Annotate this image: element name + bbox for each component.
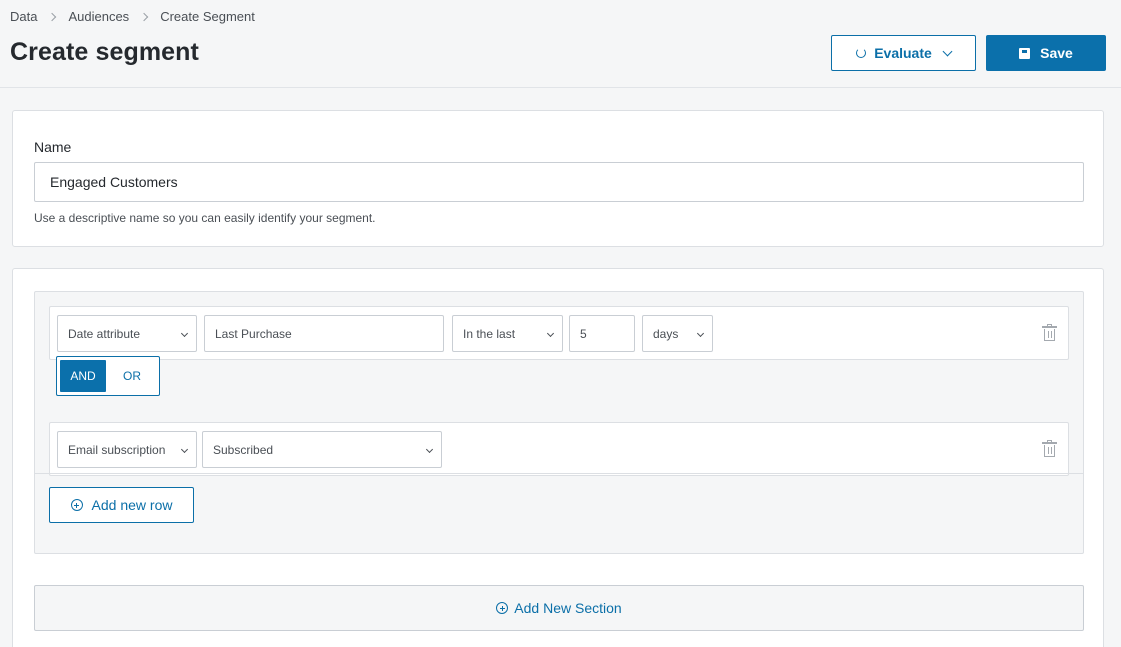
or-toggle-button[interactable]: OR	[109, 360, 155, 392]
unit-select[interactable]: days	[642, 315, 713, 352]
name-field-label: Name	[34, 139, 72, 155]
attribute-name-value: Last Purchase	[215, 326, 292, 341]
operator-select[interactable]: In the last	[452, 315, 563, 352]
unit-value: days	[653, 326, 679, 341]
and-or-toggle: AND OR	[56, 356, 160, 396]
divider	[35, 473, 1083, 474]
attribute-type-select[interactable]: Date attribute	[57, 315, 197, 352]
chevron-down-icon	[425, 445, 434, 454]
subscription-status-value: Subscribed	[213, 442, 274, 457]
attribute-name-input[interactable]: Last Purchase	[204, 315, 444, 352]
rule-row: Email subscription Subscribed	[49, 422, 1069, 476]
breadcrumb-item-current: Create Segment	[160, 9, 255, 24]
chevron-down-icon	[180, 329, 189, 338]
attribute-type-value: Date attribute	[68, 326, 141, 341]
rules-card: Date attribute Last Purchase In the last…	[12, 268, 1104, 647]
chevron-down-icon	[942, 46, 953, 56]
refresh-icon	[856, 48, 867, 58]
add-section-button[interactable]: Add New Section	[34, 585, 1084, 631]
plus-circle-icon	[70, 499, 83, 511]
subscription-status-select[interactable]: Subscribed	[202, 431, 442, 468]
page-title: Create segment	[10, 38, 199, 66]
add-row-label: Add new row	[91, 497, 173, 513]
add-section-label: Add New Section	[514, 600, 622, 616]
breadcrumb-item-audiences[interactable]: Audiences	[68, 9, 129, 24]
amount-input[interactable]: 5	[569, 315, 635, 352]
breadcrumb-item-data[interactable]: Data	[10, 9, 37, 24]
amount-value: 5	[580, 326, 587, 341]
breadcrumb: Data Audiences Create Segment	[10, 9, 255, 24]
page-header: Data Audiences Create Segment Create seg…	[0, 0, 1121, 88]
evaluate-label: Evaluate	[874, 45, 932, 61]
operator-value: In the last	[463, 326, 516, 341]
attribute-type-select[interactable]: Email subscription	[57, 431, 197, 468]
chevron-down-icon	[546, 329, 555, 338]
name-input[interactable]	[34, 162, 1084, 202]
trash-icon[interactable]	[1042, 324, 1057, 341]
save-button[interactable]: Save	[986, 35, 1106, 71]
chevron-right-icon	[48, 12, 57, 21]
attribute-type-value: Email subscription	[68, 442, 166, 457]
name-card: Name Use a descriptive name so you can e…	[12, 110, 1104, 247]
plus-circle-icon	[496, 602, 509, 614]
rule-section: Date attribute Last Purchase In the last…	[34, 291, 1084, 554]
name-help-text: Use a descriptive name so you can easily…	[34, 211, 376, 225]
and-toggle-button[interactable]: AND	[60, 360, 106, 392]
trash-icon[interactable]	[1042, 440, 1057, 457]
evaluate-button[interactable]: Evaluate	[831, 35, 976, 71]
rule-row: Date attribute Last Purchase In the last…	[49, 306, 1069, 360]
chevron-right-icon	[139, 12, 149, 21]
save-label: Save	[1040, 45, 1073, 61]
save-icon	[1019, 47, 1031, 59]
chevron-down-icon	[696, 329, 705, 338]
chevron-down-icon	[180, 445, 189, 454]
add-row-button[interactable]: Add new row	[49, 487, 194, 523]
